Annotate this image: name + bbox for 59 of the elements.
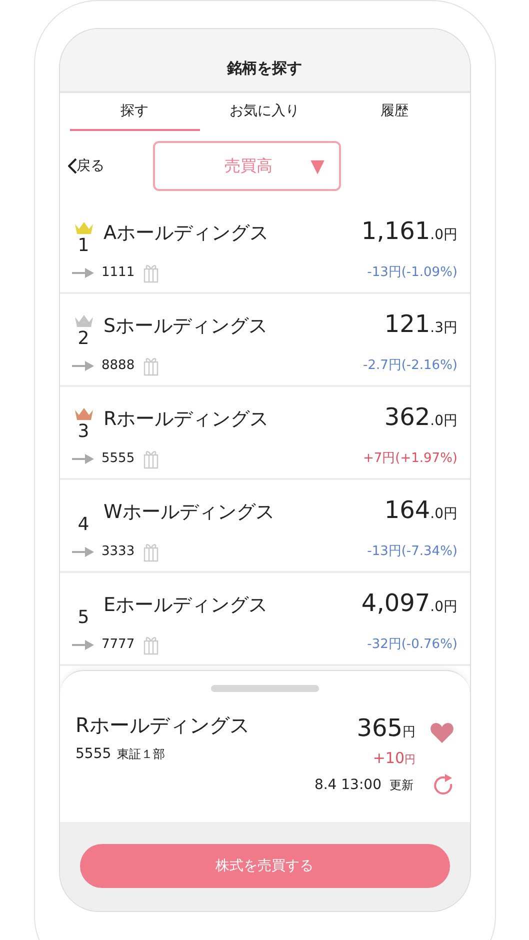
gift-icon [142, 542, 159, 562]
update-time: 8.4 13:00 [314, 776, 382, 794]
refresh-icon[interactable] [432, 774, 454, 796]
price-change: -32円(-0.76%) [367, 636, 458, 654]
right-arrow-icon [72, 361, 94, 371]
stock-name: Sホールディングス [104, 314, 269, 338]
stock-row[interactable]: 1 Aホールディングス 1,161.0円 1111 -13円(-1.09%) [60, 201, 470, 294]
gift-icon [142, 635, 159, 655]
stock-name: Eホールディングス [104, 592, 269, 618]
detail-change: +10円 [372, 748, 416, 769]
stock-code: 5555 [102, 450, 135, 468]
rank-number: 4 [78, 514, 90, 536]
drag-handle[interactable] [210, 685, 318, 692]
stock-name: Rホールディングス [104, 406, 270, 432]
update-label: 更新 [390, 777, 414, 794]
stock-row[interactable]: 2 Sホールディングス 121.3円 8888 -2.7円(-2.16%) [60, 294, 470, 387]
header-title: 銘柄を探す [227, 58, 302, 78]
rank-number: 5 [78, 607, 90, 629]
detail-price: 365 円 [356, 713, 416, 744]
stock-name: Wホールディングス [104, 500, 276, 524]
stock-code: 8888 [102, 357, 135, 376]
tab[interactable]: お気に入り [200, 93, 330, 131]
market-label: 東証１部 [117, 746, 166, 763]
price-change: +7円(+1.97%) [363, 450, 458, 468]
price-change: -13円(-7.34%) [367, 543, 458, 562]
gift-icon [142, 263, 159, 283]
tab[interactable]: 探す [70, 93, 200, 131]
right-arrow-icon [72, 454, 94, 464]
rank-number: 1 [78, 235, 90, 257]
right-arrow-icon [72, 547, 94, 557]
stock-row[interactable]: 4 Wホールディングス 164.0円 3333 -13円(-7.34%) [60, 480, 470, 573]
detail-stock-code: 5555 [76, 745, 112, 764]
chevron-left-icon [68, 158, 76, 174]
stock-code: 1111 [102, 264, 135, 282]
stock-row[interactable]: 3 Rホールディングス 362.0円 5555 +7円(+1.97%) [60, 387, 470, 480]
right-arrow-icon [72, 640, 94, 650]
rank-number: 2 [78, 328, 90, 350]
stock-name: Aホールディングス [104, 220, 270, 246]
stock-code: 3333 [102, 543, 135, 562]
crown-icon [74, 314, 94, 328]
stock-price: 1,161.0円 [361, 216, 458, 247]
price-change: -13円(-1.09%) [367, 264, 458, 282]
stock-price: 164.0円 [384, 495, 458, 526]
stock-price: 121.3円 [384, 309, 458, 340]
stock-code: 7777 [102, 636, 135, 654]
crown-icon [74, 407, 94, 421]
rank-number: 3 [78, 421, 90, 443]
heart-icon[interactable] [430, 722, 454, 744]
detail-stock-name: Rホールディングス [76, 712, 250, 739]
stock-price: 362.0円 [384, 402, 458, 433]
back-button[interactable]: 戻る [68, 156, 104, 176]
gift-icon [142, 356, 159, 376]
stock-row[interactable]: 5 Eホールディングス 4,097.0円 7777 -32円(-0.76%) [60, 573, 470, 666]
stock-price: 4,097.0円 [361, 588, 458, 619]
tab[interactable]: 履歴 [330, 93, 460, 131]
price-change: -2.7円(-2.16%) [363, 357, 458, 376]
gift-icon [142, 449, 159, 469]
crown-icon [74, 221, 94, 235]
right-arrow-icon [72, 268, 94, 278]
